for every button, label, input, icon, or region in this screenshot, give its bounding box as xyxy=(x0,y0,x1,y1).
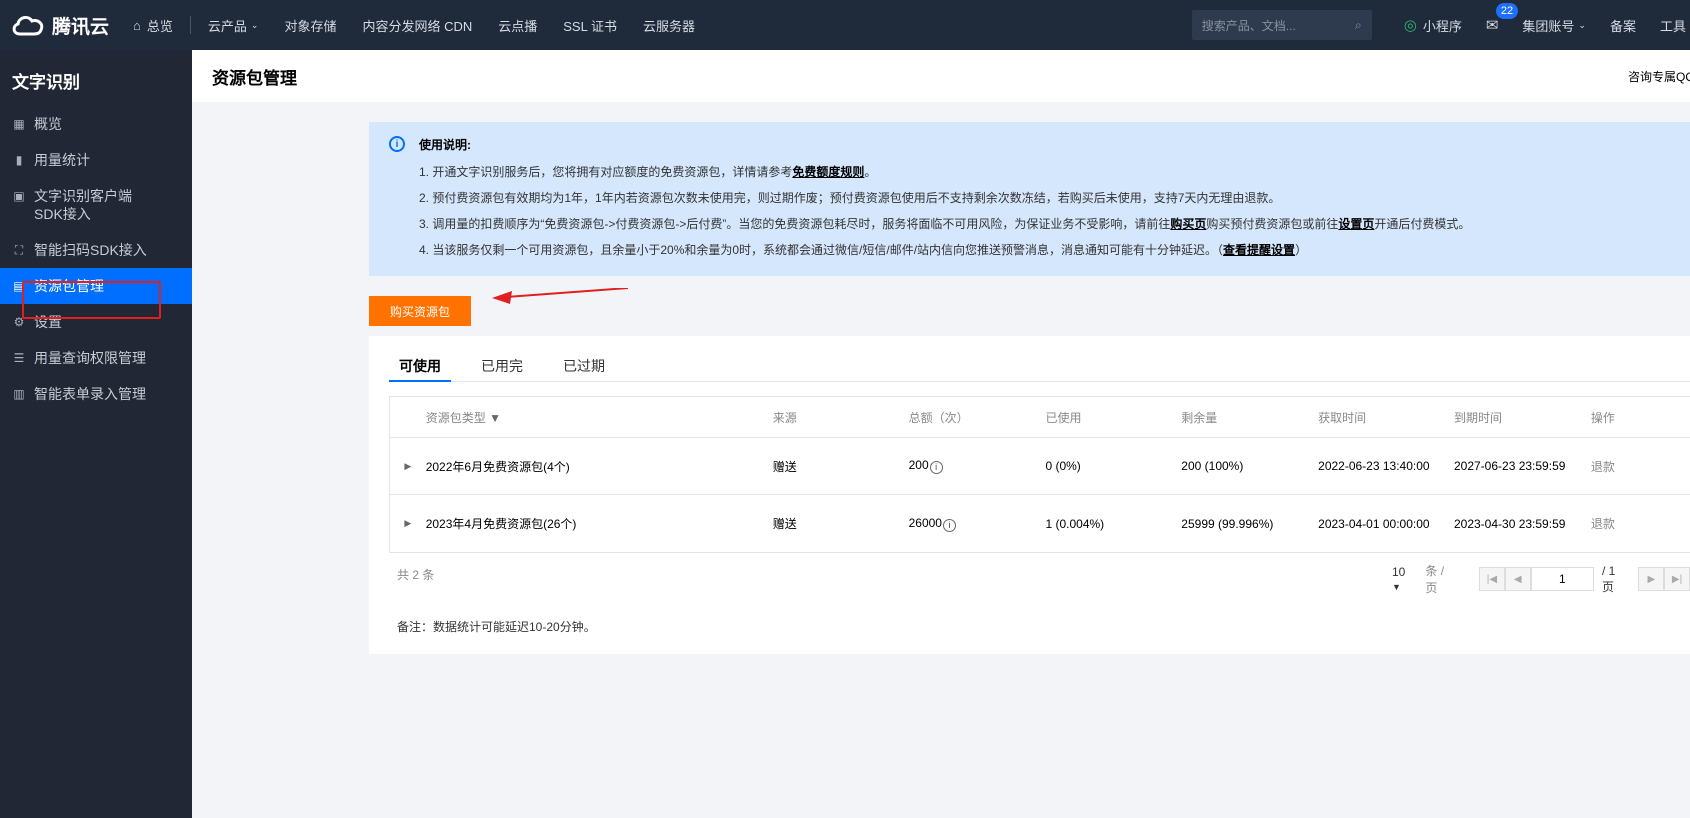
per-page-label: 条 / 页 xyxy=(1425,564,1445,595)
search-icon: ⌕ xyxy=(1354,17,1362,32)
tabs: 可使用 已用完 已过期 xyxy=(389,356,1690,382)
nav-cvm[interactable]: 云服务器 xyxy=(630,0,708,50)
page-header: 资源包管理 咨询专属QQ xyxy=(192,50,1690,102)
sidebar-item-form[interactable]: ▥ 智能表单录入管理 xyxy=(0,376,192,412)
expand-icon[interactable]: ▶ xyxy=(390,518,426,529)
sidebar-item-usage[interactable]: ▮ 用量统计 xyxy=(0,142,192,178)
tools-menu[interactable]: 工具 xyxy=(1648,0,1690,50)
info-icon[interactable]: i xyxy=(942,518,956,532)
nav-overview[interactable]: ⌂ 总览 xyxy=(120,0,186,50)
mini-program-link[interactable]: ◎ 小程序 xyxy=(1392,0,1474,50)
total-pages-label: / 1 页 xyxy=(1602,563,1616,594)
account-menu[interactable]: 集团账号 ⌄ xyxy=(1510,0,1598,50)
notice-title: 使用说明: xyxy=(419,138,471,152)
sidebar-item-client-sdk[interactable]: ▣ 文字识别客户端SDK接入 xyxy=(0,178,192,232)
col-op: 操作 xyxy=(1590,410,1615,425)
caret-down-icon: ▼ xyxy=(1392,582,1401,592)
chevron-down-icon: ⌄ xyxy=(1578,19,1586,30)
info-icon[interactable]: i xyxy=(929,461,943,474)
table-row: ▶ 2023年4月免费资源包(26个) 赠送 26000 i 1 (0.004%)… xyxy=(390,495,1690,552)
col-source: 来源 xyxy=(772,410,797,425)
tab-expired[interactable]: 已过期 xyxy=(553,356,615,382)
free-quota-link[interactable]: 免费额度规则 xyxy=(792,165,864,179)
text-box-icon: ▣ xyxy=(13,189,25,203)
last-page-button[interactable]: ▶| xyxy=(1664,567,1690,591)
nav-products[interactable]: 云产品 ⌄ xyxy=(195,0,272,50)
grid-icon: ▦ xyxy=(13,117,25,131)
notice-line-3: 3. 调用量的扣费顺序为“免费资源包->付费资源包->后付费”。当您的免费资源包… xyxy=(419,217,1471,231)
beian-link[interactable]: 备案 xyxy=(1598,0,1648,50)
page-size-select[interactable]: 10 ▼ xyxy=(1392,565,1417,593)
buy-page-link[interactable]: 购买页 xyxy=(1170,217,1206,231)
logo-text: 腾讯云 xyxy=(52,16,110,38)
nav-vod[interactable]: 云点播 xyxy=(485,0,550,50)
mail-button[interactable]: ✉ 22 xyxy=(1474,0,1519,50)
col-get-time: 获取时间 xyxy=(1318,410,1367,425)
scan-icon: ⛶ xyxy=(14,243,24,257)
buy-package-button[interactable]: 购买资源包 xyxy=(369,296,471,326)
sidebar-item-overview[interactable]: ▦ 概览 xyxy=(0,106,192,142)
qq-consult-link[interactable]: 咨询专属QQ xyxy=(1628,68,1690,85)
package-panel: 可使用 已用完 已过期 资源包类型 ▼ 来源 总额（次） 已使用 剩余量 获取时… xyxy=(369,336,1690,654)
tab-available[interactable]: 可使用 xyxy=(389,356,451,382)
nav-cos[interactable]: 对象存储 xyxy=(271,0,349,50)
mini-program-icon: ◎ xyxy=(1403,17,1417,34)
total-count: 共 2 条 xyxy=(397,568,435,582)
bar-chart-icon: ▮ xyxy=(15,153,23,167)
search-input[interactable]: 搜索产品、文档... ⌕ xyxy=(1191,10,1372,40)
red-arrow-icon xyxy=(492,288,629,304)
pagination: 10 ▼ 条 / 页 |◀ ◀ 1 / 1 页 ▶ ▶| xyxy=(1392,562,1690,596)
first-page-button[interactable]: |◀ xyxy=(1479,567,1505,591)
prev-page-button[interactable]: ◀ xyxy=(1504,567,1531,591)
form-icon: ▥ xyxy=(13,387,25,401)
col-remain: 剩余量 xyxy=(1181,410,1218,425)
top-bar: 腾讯云 ⌂ 总览 云产品 ⌄ 对象存储 内容分发网络 CDN 云点播 SSL 证书 … xyxy=(0,0,1690,50)
home-icon: ⌂ xyxy=(133,17,141,33)
nav-ssl[interactable]: SSL 证书 xyxy=(550,0,630,50)
sliders-icon: ☰ xyxy=(13,351,25,365)
logo[interactable]: 腾讯云 xyxy=(0,12,120,39)
divider xyxy=(189,16,191,34)
refund-button[interactable]: 退款 xyxy=(1591,458,1690,475)
col-type: 资源包类型 ▼ xyxy=(425,410,501,425)
next-page-button[interactable]: ▶ xyxy=(1638,567,1665,591)
sidebar-title: 文字识别 xyxy=(12,73,80,92)
filter-icon[interactable]: ▼ xyxy=(489,411,501,425)
notice-line-4: 4. 当该服务仅剩一个可用资源包，且余量小于20%和余量为0时，系统都会通过微信… xyxy=(419,243,1308,257)
table-header: 资源包类型 ▼ 来源 总额（次） 已使用 剩余量 获取时间 到期时间 操作 xyxy=(390,397,1690,438)
tab-used-up[interactable]: 已用完 xyxy=(471,356,533,382)
remark-text: 备注：数据统计可能延迟10-20分钟。 xyxy=(397,620,596,634)
notice-line-1: 1. 开通文字识别服务后，您将拥有对应额度的免费资源包，详情请参考免费额度规则。 xyxy=(419,165,877,179)
nav-cdn[interactable]: 内容分发网络 CDN xyxy=(349,0,485,50)
table-row: ▶ 2022年6月免费资源包(4个) 赠送 200 i 0 (0%) 200 (1… xyxy=(390,438,1690,495)
info-icon: i xyxy=(389,136,405,152)
expand-icon[interactable]: ▶ xyxy=(390,461,426,472)
sidebar-item-scan-sdk[interactable]: ⛶ 智能扫码SDK接入 xyxy=(0,232,192,268)
highlight-box xyxy=(22,281,161,319)
package-table: 资源包类型 ▼ 来源 总额（次） 已使用 剩余量 获取时间 到期时间 操作 ▶ … xyxy=(389,396,1690,553)
page-title: 资源包管理 xyxy=(212,68,297,88)
col-total: 总额（次） xyxy=(908,410,969,425)
col-expire: 到期时间 xyxy=(1453,410,1502,425)
sidebar-item-permission[interactable]: ☰ 用量查询权限管理 xyxy=(0,340,192,376)
settings-page-link[interactable]: 设置页 xyxy=(1338,217,1374,231)
mail-icon: ✉ xyxy=(1485,17,1499,34)
reminder-settings-link[interactable]: 查看提醒设置 xyxy=(1223,243,1295,257)
sidebar: 文字识别 ▦ 概览 ▮ 用量统计 ▣ 文字识别客户端SDK接入 ⛶ 智能扫码SDK接入 … xyxy=(0,50,192,818)
chevron-down-icon: ⌄ xyxy=(250,19,259,30)
page-input[interactable]: 1 xyxy=(1530,567,1594,591)
cloud-logo-icon xyxy=(12,15,44,36)
notice-line-2: 2. 预付费资源包有效期均为1年，1年内若资源包次数未使用完，则过期作废；预付费… xyxy=(419,191,1281,205)
usage-notice: i 使用说明: 1. 开通文字识别服务后，您将拥有对应额度的免费资源包，详情请参… xyxy=(369,122,1690,276)
col-used: 已使用 xyxy=(1045,410,1082,425)
refund-button[interactable]: 退款 xyxy=(1591,515,1690,532)
